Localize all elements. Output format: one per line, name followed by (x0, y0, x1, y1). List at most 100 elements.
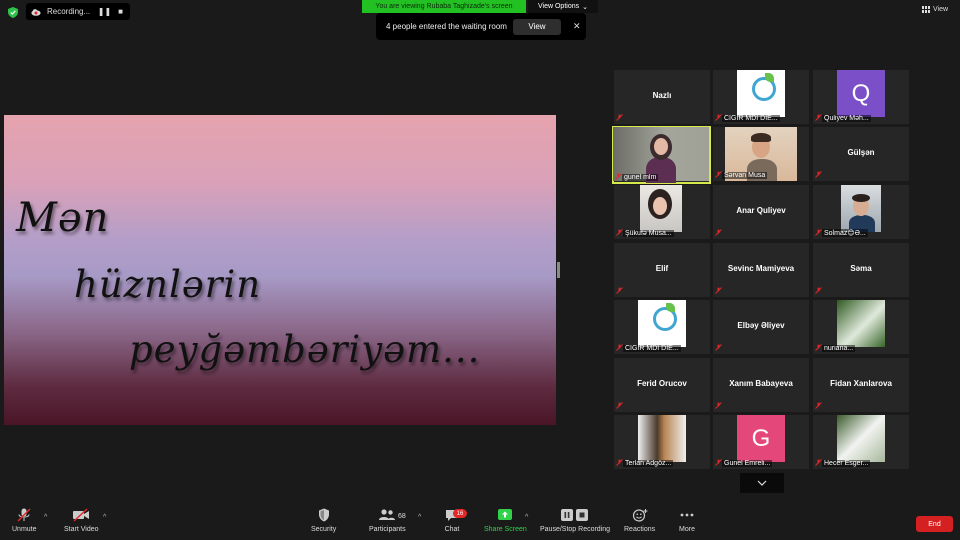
participant-tile[interactable]: Xanım Babayeva (713, 358, 809, 412)
muted-mic-icon (616, 114, 623, 121)
audio-options-caret[interactable]: ^ (44, 514, 47, 521)
participant-tile[interactable]: Anar Quliyev (713, 185, 809, 239)
participant-tile[interactable]: CİĞİR MDİ DİE... (713, 70, 809, 124)
participant-name: CİĞİR MDİ DİE... (722, 115, 780, 122)
recording-label: Recording... (47, 7, 91, 16)
share-screen-button[interactable]: Share Screen (484, 508, 527, 533)
unmute-label: Unmute (12, 526, 37, 533)
chat-label: Chat (444, 526, 460, 533)
profile-picture (638, 415, 686, 462)
participant-name: nuriana... (822, 345, 856, 352)
participant-tile[interactable]: CİĞİR MDİ DİE... (614, 300, 710, 354)
participant-tile[interactable]: Terlan Adgöz... (614, 415, 710, 469)
participant-name: Səma (850, 264, 872, 273)
participants-button[interactable]: Participants (369, 508, 406, 533)
slide-line-1: Mən (16, 195, 110, 241)
muted-mic-icon (615, 173, 622, 180)
profile-picture (640, 185, 682, 232)
reactions-label: Reactions (624, 526, 656, 533)
participant-name: Şükufə Musa... (623, 230, 674, 237)
video-options-caret[interactable]: ^ (103, 514, 106, 521)
participants-options-caret[interactable]: ^ (418, 514, 421, 521)
participant-name: Gülşən (847, 148, 875, 157)
waiting-room-notification: 4 people entered the waiting room View ✕ (376, 13, 586, 40)
share-options-caret[interactable]: ^ (525, 514, 528, 521)
pause-recording-button[interactable]: ❚❚ (98, 7, 111, 16)
waiting-room-message: 4 people entered the waiting room (386, 22, 507, 31)
participant-tile[interactable]: Sevinc Mamiyeva (713, 243, 809, 297)
slide-line-3: peyğəmbəriyəm... (129, 328, 481, 371)
stop-recording-button[interactable]: ■ (118, 7, 123, 16)
participant-tile[interactable]: Gülşən (813, 127, 909, 181)
end-meeting-button[interactable]: End (916, 516, 953, 532)
participant-tile[interactable]: Ferid Orucov (614, 358, 710, 412)
participant-tile[interactable]: Nazlı (614, 70, 710, 124)
view-options-button[interactable]: View Options ⌄ (528, 0, 598, 13)
participant-name: Hecer Esger... (822, 460, 871, 467)
organization-logo-picture (737, 70, 785, 117)
close-icon[interactable]: ✕ (573, 21, 581, 32)
participant-name: Ferid Orucov (637, 379, 687, 388)
chevron-down-icon (757, 480, 767, 486)
cloud-recording-icon (31, 8, 41, 16)
participant-tile[interactable]: Elif (614, 243, 710, 297)
participant-tile[interactable]: G Gunel Emreli... (713, 415, 809, 469)
muted-mic-icon (815, 171, 822, 178)
participant-tile[interactable]: Q Quliyev Məh... (813, 70, 909, 124)
participant-name: gunel mlm (622, 174, 659, 181)
security-label: Security (311, 526, 337, 533)
start-video-label: Start Video (64, 526, 99, 533)
participant-tile[interactable]: nuriana... (813, 300, 909, 354)
participant-tile[interactable]: Sərvan Musa (713, 127, 809, 181)
slide-line-2: hüznlərin (74, 263, 262, 306)
muted-mic-icon (715, 402, 722, 409)
participant-name: Xanım Babayeva (729, 379, 793, 388)
reactions-button[interactable]: Reactions (624, 508, 655, 533)
participants-icon (379, 509, 396, 520)
view-layout-button[interactable]: View (922, 6, 948, 13)
active-speaker-tile[interactable]: gunel mlm (612, 126, 711, 184)
encryption-shield-icon[interactable] (8, 7, 18, 18)
more-button[interactable]: More (678, 508, 696, 533)
organization-logo-picture (638, 300, 686, 347)
participant-name: Sevinc Mamiyeva (727, 264, 795, 273)
pause-stop-icon (561, 509, 589, 521)
share-screen-icon (498, 509, 513, 520)
participant-tile[interactable]: Elbəy Əliyev (713, 300, 809, 354)
participant-name: Quliyev Məh... (822, 115, 871, 122)
pause-stop-recording-button[interactable]: Pause/Stop Recording (540, 508, 610, 533)
participant-name: CİĞİR MDİ DİE... (623, 345, 681, 352)
panel-resize-handle[interactable] (557, 262, 560, 278)
participant-video (613, 127, 709, 183)
more-label: More (679, 526, 695, 533)
participant-name: Gunel Emreli... (722, 460, 773, 467)
participant-name: Fidan Xanlarova (830, 379, 892, 388)
security-button[interactable]: Security (311, 508, 336, 533)
participant-name: Solmaz😊Ə... (822, 229, 868, 237)
gallery-next-page-button[interactable] (740, 473, 784, 493)
participants-count: 68 (398, 513, 406, 520)
muted-mic-icon (715, 171, 722, 178)
shield-icon (318, 508, 329, 522)
muted-mic-icon (616, 344, 623, 351)
participant-name: Anar Quliyev (736, 206, 786, 215)
muted-microphone-icon (17, 508, 31, 522)
participant-tile[interactable]: Şükufə Musa... (614, 185, 710, 239)
muted-mic-icon (815, 114, 822, 121)
view-layout-label: View (933, 6, 949, 13)
participant-tile[interactable]: Hecer Esger... (813, 415, 909, 469)
muted-mic-icon (616, 229, 623, 236)
unmute-button[interactable]: Unmute (12, 508, 37, 533)
start-video-button[interactable]: Start Video (64, 508, 99, 533)
participant-tile[interactable]: Fidan Xanlarova (813, 358, 909, 412)
participant-tile[interactable]: Solmaz😊Ə... (813, 185, 909, 239)
participant-name: Terlan Adgöz... (623, 460, 674, 467)
participant-tile[interactable]: Səma (813, 243, 909, 297)
muted-mic-icon (815, 344, 822, 351)
chevron-down-icon: ⌄ (582, 3, 588, 11)
emoji-reaction-icon (632, 509, 648, 522)
participant-avatar: Q (837, 70, 885, 117)
muted-mic-icon (715, 459, 722, 466)
muted-mic-icon (715, 344, 722, 351)
waiting-room-view-button[interactable]: View (512, 18, 561, 35)
